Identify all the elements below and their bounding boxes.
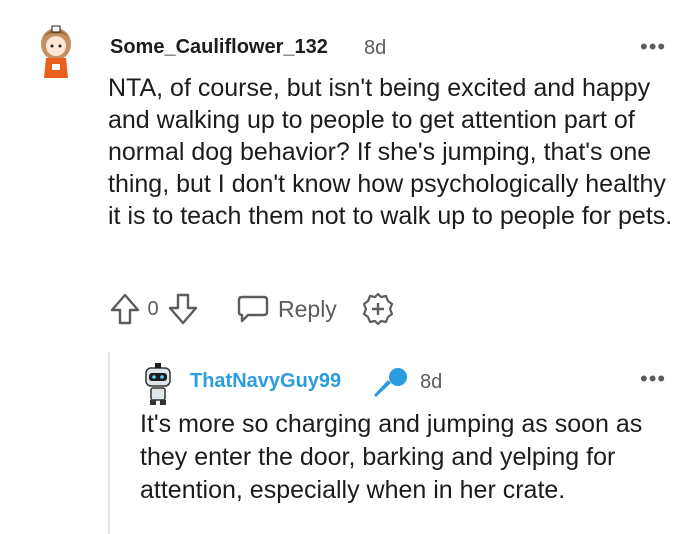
reply-label: Reply (278, 295, 337, 322)
reply-button[interactable]: Reply (236, 290, 354, 328)
more-options-icon[interactable]: ••• (640, 368, 666, 390)
comment-username[interactable]: Some_Cauliflower_132 (110, 36, 328, 59)
comment-age: 8d (364, 37, 387, 59)
reply-body: It's more so charging and jumping as soo… (140, 410, 643, 504)
avatar[interactable] (32, 24, 80, 80)
microphone-icon (370, 366, 410, 400)
more-options-icon[interactable]: ••• (640, 36, 666, 58)
vote-count: 0 (147, 297, 159, 320)
reply-avatar[interactable] (142, 362, 174, 406)
downvote-icon[interactable] (166, 292, 200, 326)
upvote-icon[interactable] (108, 292, 142, 326)
reply-age: 8d (420, 371, 443, 393)
thread-line[interactable] (108, 352, 110, 534)
reply-username[interactable]: ThatNavyGuy99 (190, 370, 341, 393)
comment-body: NTA, of course, but isn't being excited … (108, 74, 673, 230)
reply-icon (236, 293, 270, 325)
award-icon[interactable] (360, 292, 396, 326)
